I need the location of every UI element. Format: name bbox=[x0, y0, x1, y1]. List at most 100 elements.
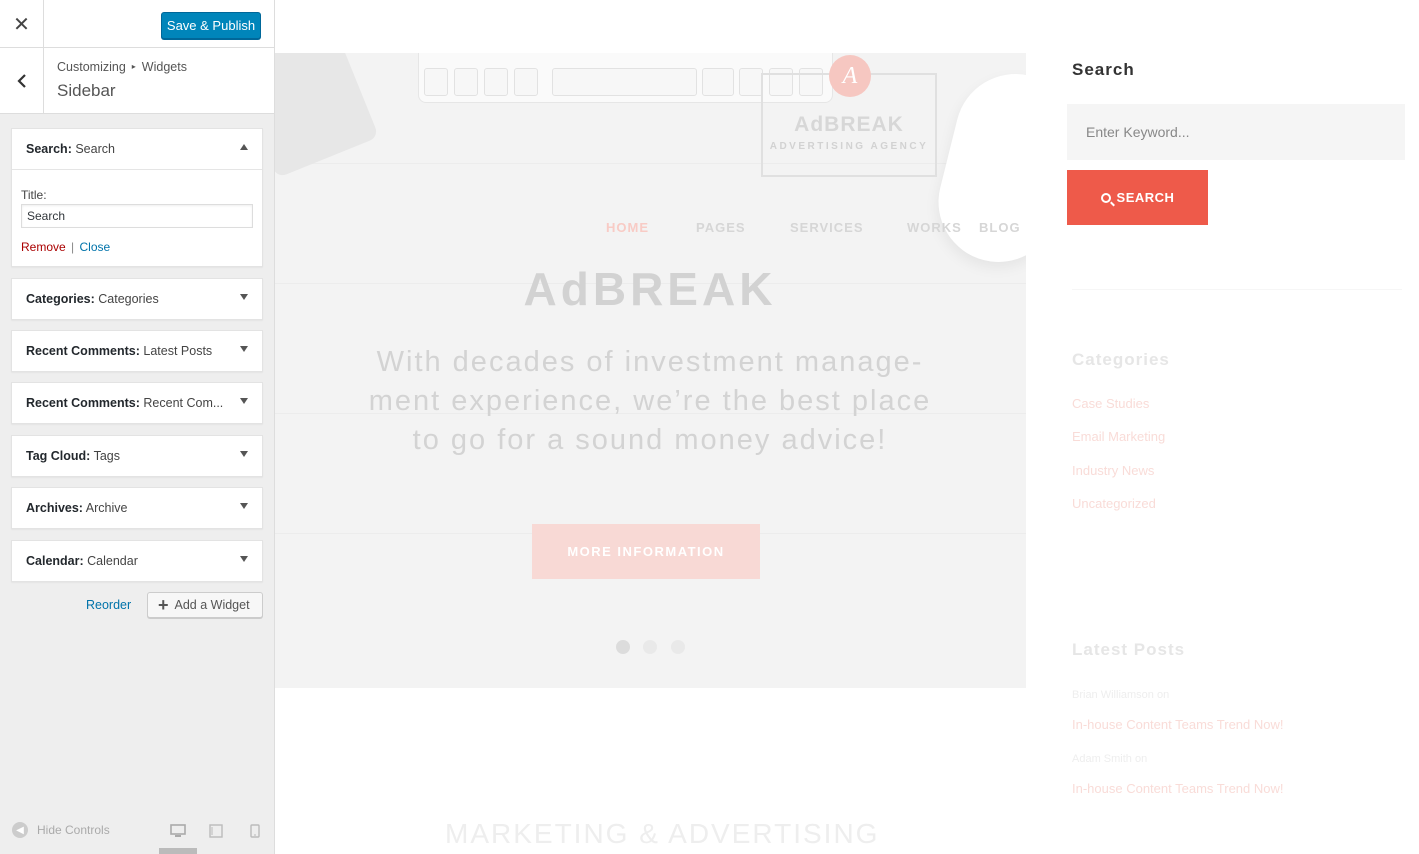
category-link[interactable]: Case Studies bbox=[1072, 396, 1149, 411]
expand-arrow-icon[interactable] bbox=[240, 346, 248, 352]
save-publish-button[interactable]: Save & Publish bbox=[161, 12, 261, 39]
nav-pages[interactable]: PAGES bbox=[696, 220, 746, 235]
title-field[interactable] bbox=[21, 204, 253, 228]
close-icon: ✕ bbox=[13, 13, 30, 36]
widget-type: Recent Comments: bbox=[26, 396, 140, 410]
widget-controls: Remove | Close bbox=[21, 240, 253, 254]
nav-blog[interactable]: BLOG bbox=[979, 220, 1021, 235]
category-link[interactable]: Industry News bbox=[1072, 463, 1154, 478]
spacebar bbox=[552, 68, 697, 96]
desktop-icon[interactable] bbox=[170, 824, 186, 838]
widget-header[interactable]: Tag Cloud: Tags bbox=[12, 436, 262, 476]
customizer-header: ✕ Save & Publish bbox=[0, 0, 274, 48]
key bbox=[739, 68, 763, 96]
expand-arrow-icon[interactable] bbox=[240, 556, 248, 562]
widget-header[interactable]: Categories: Categories bbox=[12, 279, 262, 319]
widget-instance-title: Latest Posts bbox=[139, 344, 213, 358]
breadcrumb-parent: Customizing bbox=[57, 60, 126, 74]
hero-text: With decades of investment manage-ment e… bbox=[368, 346, 932, 456]
post-author[interactable]: Brian Williamson bbox=[1072, 689, 1154, 701]
widget-type: Tag Cloud: bbox=[26, 449, 91, 463]
widget-recent-comments-latest-posts[interactable]: Recent Comments: Latest Posts bbox=[11, 330, 263, 372]
logo-badge: A bbox=[829, 55, 871, 97]
key bbox=[702, 68, 734, 96]
widget-header[interactable]: Calendar: Calendar bbox=[12, 541, 262, 581]
slider-dot[interactable] bbox=[643, 640, 657, 654]
widget-instance-title: Recent Com... bbox=[139, 396, 224, 410]
widget-header[interactable]: Recent Comments: Recent Com... bbox=[12, 383, 262, 423]
post-link[interactable]: In-house Content Teams Trend Now! bbox=[1072, 781, 1284, 796]
widget-form: Title: Remove | Close bbox=[12, 169, 262, 266]
sidebar-search-button[interactable]: SEARCH bbox=[1067, 170, 1208, 225]
mouse-decoration bbox=[925, 61, 1026, 275]
widget-instance-title: Calendar bbox=[83, 554, 138, 568]
category-link[interactable]: Email Marketing bbox=[1072, 429, 1165, 444]
widget-title: Recent Comments: Recent Com... bbox=[26, 396, 223, 410]
add-widget-button[interactable]: + Add a Widget bbox=[147, 592, 263, 618]
widget-categories[interactable]: Categories: Categories bbox=[11, 278, 263, 320]
remove-widget-link[interactable]: Remove bbox=[21, 240, 66, 254]
post-meta: Adam Smith on bbox=[1072, 753, 1147, 765]
key bbox=[424, 68, 448, 96]
post-meta-on: on bbox=[1134, 753, 1148, 765]
expand-arrow-icon[interactable] bbox=[240, 294, 248, 300]
hide-controls-button[interactable]: ◀ Hide Controls bbox=[12, 822, 110, 838]
widget-calendar[interactable]: Calendar: Calendar bbox=[11, 540, 263, 582]
more-information-button[interactable]: MORE INFORMATION bbox=[532, 524, 760, 579]
nav-works[interactable]: WORKS bbox=[907, 220, 962, 235]
widget-type: Archives: bbox=[26, 501, 83, 515]
nav-home[interactable]: HOME bbox=[606, 220, 649, 235]
widget-title: Categories: Categories bbox=[26, 292, 159, 306]
widget-header[interactable]: Archives: Archive bbox=[12, 488, 262, 528]
controls-separator: | bbox=[71, 240, 75, 254]
laptop-decoration bbox=[275, 53, 380, 179]
collapse-arrow-icon[interactable] bbox=[240, 144, 248, 150]
widget-instance-title: Search bbox=[71, 142, 115, 156]
hide-controls-label: Hide Controls bbox=[37, 823, 110, 837]
widget-title: Calendar: Calendar bbox=[26, 554, 138, 568]
key bbox=[514, 68, 538, 96]
breadcrumb-current: Widgets bbox=[141, 60, 187, 74]
title-field-label: Title: bbox=[21, 188, 47, 202]
widget-archives[interactable]: Archives: Archive bbox=[11, 487, 263, 529]
widget-search: Search: Search Title: Remove | Close bbox=[11, 128, 263, 267]
reorder-link[interactable]: Reorder bbox=[86, 598, 131, 612]
logo-tagline: ADVERTISING AGENCY bbox=[769, 141, 929, 152]
post-meta: Brian Williamson on bbox=[1072, 689, 1169, 701]
section-header: Customizing ▸ Widgets Sidebar bbox=[0, 48, 274, 114]
breadcrumb: Customizing ▸ Widgets bbox=[57, 60, 187, 74]
sidebar-search-title: Search bbox=[1072, 60, 1135, 79]
breadcrumb-separator-icon: ▸ bbox=[131, 62, 136, 71]
widget-title: Tag Cloud: Tags bbox=[26, 449, 120, 463]
mobile-icon[interactable] bbox=[250, 824, 260, 838]
category-link[interactable]: Uncategorized bbox=[1072, 496, 1156, 511]
search-icon bbox=[1100, 192, 1111, 203]
nav-services[interactable]: SERVICES bbox=[790, 220, 864, 235]
post-meta-on: on bbox=[1156, 689, 1170, 701]
customizer-panel: ✕ Save & Publish Customizing ▸ Widgets Sid… bbox=[0, 0, 275, 854]
logo-name[interactable]: AdBREAK bbox=[761, 113, 937, 137]
tablet-icon[interactable] bbox=[209, 824, 223, 838]
active-device-indicator bbox=[159, 848, 197, 854]
widget-title: Archives: Archive bbox=[26, 501, 127, 515]
back-button[interactable] bbox=[0, 48, 44, 113]
expand-arrow-icon[interactable] bbox=[240, 451, 248, 457]
widget-recent-comments[interactable]: Recent Comments: Recent Com... bbox=[11, 382, 263, 424]
post-author[interactable]: Adam Smith bbox=[1072, 753, 1132, 765]
site-preview: A AdBREAK ADVERTISING AGENCY HOME PAGES … bbox=[275, 0, 1419, 854]
widget-header[interactable]: Recent Comments: Latest Posts bbox=[12, 331, 262, 371]
widget-title: Recent Comments: Latest Posts bbox=[26, 344, 212, 358]
customizer-footer: ◀ Hide Controls bbox=[0, 810, 274, 854]
close-widget-link[interactable]: Close bbox=[80, 240, 111, 254]
close-customizer-button[interactable]: ✕ bbox=[0, 0, 44, 48]
widget-tag-cloud[interactable]: Tag Cloud: Tags bbox=[11, 435, 263, 477]
post-link[interactable]: In-house Content Teams Trend Now! bbox=[1072, 717, 1284, 732]
slider-dot-active[interactable] bbox=[616, 640, 630, 654]
expand-arrow-icon[interactable] bbox=[240, 398, 248, 404]
sidebar-search-input[interactable] bbox=[1067, 104, 1405, 160]
widget-header[interactable]: Search: Search bbox=[12, 129, 262, 169]
expand-arrow-icon[interactable] bbox=[240, 503, 248, 509]
key bbox=[454, 68, 478, 96]
divider bbox=[1072, 289, 1402, 290]
slider-dot[interactable] bbox=[671, 640, 685, 654]
